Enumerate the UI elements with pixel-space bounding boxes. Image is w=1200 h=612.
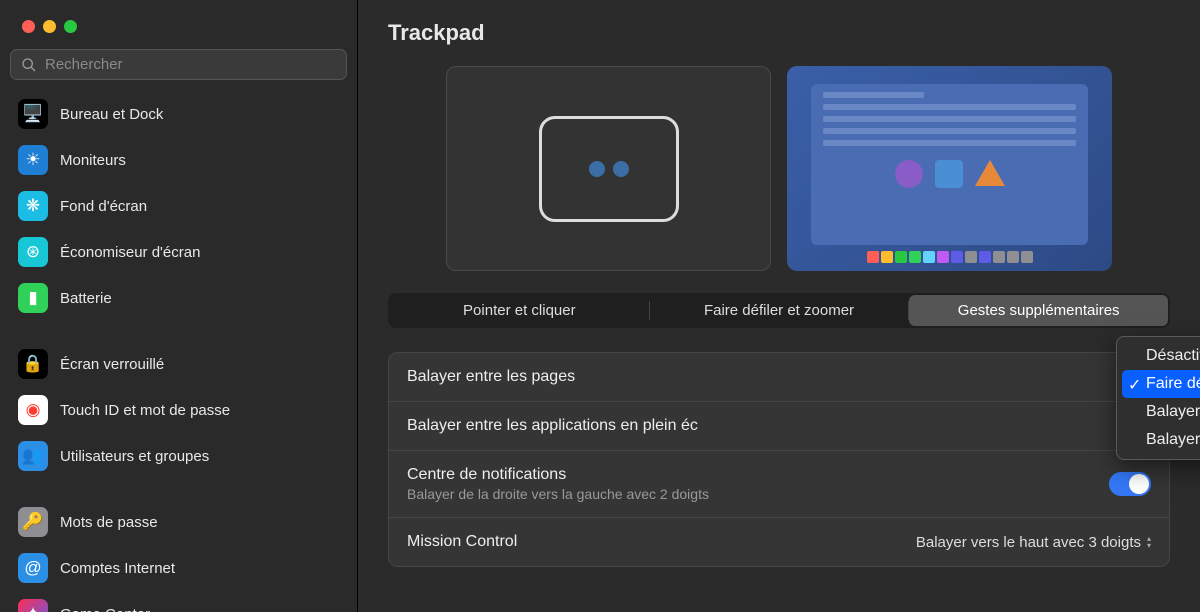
minimize-window-button[interactable]	[43, 20, 56, 33]
flower-icon: ❋	[18, 191, 48, 221]
sidebar-item-label: Game Center	[60, 606, 150, 612]
search-input[interactable]	[45, 56, 336, 73]
brightness-icon: ☀	[18, 145, 48, 175]
check-icon: ✓	[1128, 375, 1141, 395]
setting-title: Balayer entre les pages	[407, 368, 575, 386]
dropdown-option-swipe-3-fingers[interactable]: Balayer avec 3 doigts	[1122, 398, 1200, 426]
users-icon: 👥	[18, 441, 48, 471]
sidebar-item-label: Moniteurs	[60, 152, 126, 169]
sidebar-item-passwords[interactable]: 🔑 Mots de passe	[10, 500, 347, 544]
desktop-icon: 🖥️	[18, 99, 48, 129]
sidebar-item-label: Batterie	[60, 290, 112, 307]
setting-title: Balayer entre les applications en plein …	[407, 417, 698, 435]
setting-title: Mission Control	[407, 533, 517, 551]
sidebar-item-wallpaper[interactable]: ❋ Fond d'écran	[10, 184, 347, 228]
sidebar-item-label: Bureau et Dock	[60, 106, 163, 123]
sidebar: 🖥️ Bureau et Dock ☀ Moniteurs ❋ Fond d'é…	[0, 0, 358, 612]
setting-subtitle: Balayer de la droite vers la gauche avec…	[407, 486, 709, 502]
settings-panel: Balayer entre les pages Balayer entre le…	[388, 352, 1170, 567]
setting-title: Centre de notifications	[407, 466, 709, 484]
dropdown-option-scroll-2-fingers[interactable]: ✓ Faire défiler latéralement avec 2 doig…	[1122, 370, 1200, 398]
sidebar-item-label: Utilisateurs et groupes	[60, 448, 209, 465]
mock-window-icon	[811, 84, 1088, 245]
select-value: Balayer vers le haut avec 3 doigts	[916, 534, 1141, 551]
tab-more-gestures[interactable]: Gestes supplémentaires	[909, 295, 1168, 326]
window-controls	[0, 0, 357, 45]
sidebar-item-users-groups[interactable]: 👥 Utilisateurs et groupes	[10, 434, 347, 478]
battery-icon: ▮	[18, 283, 48, 313]
close-window-button[interactable]	[22, 20, 35, 33]
dropdown-option-disabled[interactable]: Désactivé	[1122, 342, 1200, 370]
sidebar-item-internet-accounts[interactable]: @ Comptes Internet	[10, 546, 347, 590]
tabs: Pointer et cliquer Faire défiler et zoom…	[388, 293, 1170, 328]
dropdown-option-swipe-2-or-3-fingers[interactable]: Balayer avec 2 ou 3 doigts	[1122, 426, 1200, 454]
sidebar-item-label: Touch ID et mot de passe	[60, 402, 230, 419]
swipe-pages-dropdown: Désactivé ✓ Faire défiler latéralement a…	[1116, 336, 1200, 460]
main-panel: Trackpad Poi	[358, 0, 1200, 612]
gamepad-icon: ✦	[18, 599, 48, 612]
mock-dock-icon	[811, 251, 1088, 263]
at-icon: @	[18, 553, 48, 583]
setting-mission-control: Mission Control Balayer vers le haut ave…	[389, 518, 1169, 566]
sidebar-list: 🖥️ Bureau et Dock ☀ Moniteurs ❋ Fond d'é…	[0, 88, 357, 612]
finger-dot-icon	[613, 161, 629, 177]
trackpad-icon	[539, 116, 679, 222]
page-title: Trackpad	[388, 20, 1170, 46]
sidebar-item-lock-screen[interactable]: 🔒 Écran verrouillé	[10, 342, 347, 386]
lock-icon: 🔒	[18, 349, 48, 379]
chevrons-icon: ▴▾	[1147, 535, 1151, 549]
setting-swipe-apps: Balayer entre les applications en plein …	[389, 402, 1169, 451]
fullscreen-window-button[interactable]	[64, 20, 77, 33]
finger-dot-icon	[589, 161, 605, 177]
mission-control-select[interactable]: Balayer vers le haut avec 3 doigts ▴▾	[916, 534, 1151, 551]
sidebar-item-label: Comptes Internet	[60, 560, 175, 577]
sidebar-item-game-center[interactable]: ✦ Game Center	[10, 592, 347, 612]
sidebar-item-screensaver[interactable]: ⊛ Économiseur d'écran	[10, 230, 347, 274]
option-label: Faire défiler latéralement avec 2 doigts	[1146, 375, 1200, 392]
screen-preview	[787, 66, 1112, 271]
preview-row	[388, 66, 1170, 271]
atom-icon: ⊛	[18, 237, 48, 267]
fingerprint-icon: ◉	[18, 395, 48, 425]
search-icon	[21, 57, 37, 73]
tab-point-click[interactable]: Pointer et cliquer	[390, 295, 649, 326]
sidebar-item-label: Fond d'écran	[60, 198, 147, 215]
tab-scroll-zoom[interactable]: Faire défiler et zoomer	[650, 295, 909, 326]
trackpad-preview	[446, 66, 771, 271]
notification-center-toggle[interactable]	[1109, 472, 1151, 496]
key-icon: 🔑	[18, 507, 48, 537]
sidebar-item-label: Écran verrouillé	[60, 356, 164, 373]
setting-swipe-pages: Balayer entre les pages	[389, 353, 1169, 402]
setting-notification-center: Centre de notifications Balayer de la dr…	[389, 451, 1169, 518]
sidebar-item-desktop-dock[interactable]: 🖥️ Bureau et Dock	[10, 92, 347, 136]
search-box[interactable]	[10, 49, 347, 80]
sidebar-item-label: Économiseur d'écran	[60, 244, 200, 261]
sidebar-item-label: Mots de passe	[60, 514, 158, 531]
sidebar-item-touch-id[interactable]: ◉ Touch ID et mot de passe	[10, 388, 347, 432]
sidebar-item-battery[interactable]: ▮ Batterie	[10, 276, 347, 320]
sidebar-item-displays[interactable]: ☀ Moniteurs	[10, 138, 347, 182]
